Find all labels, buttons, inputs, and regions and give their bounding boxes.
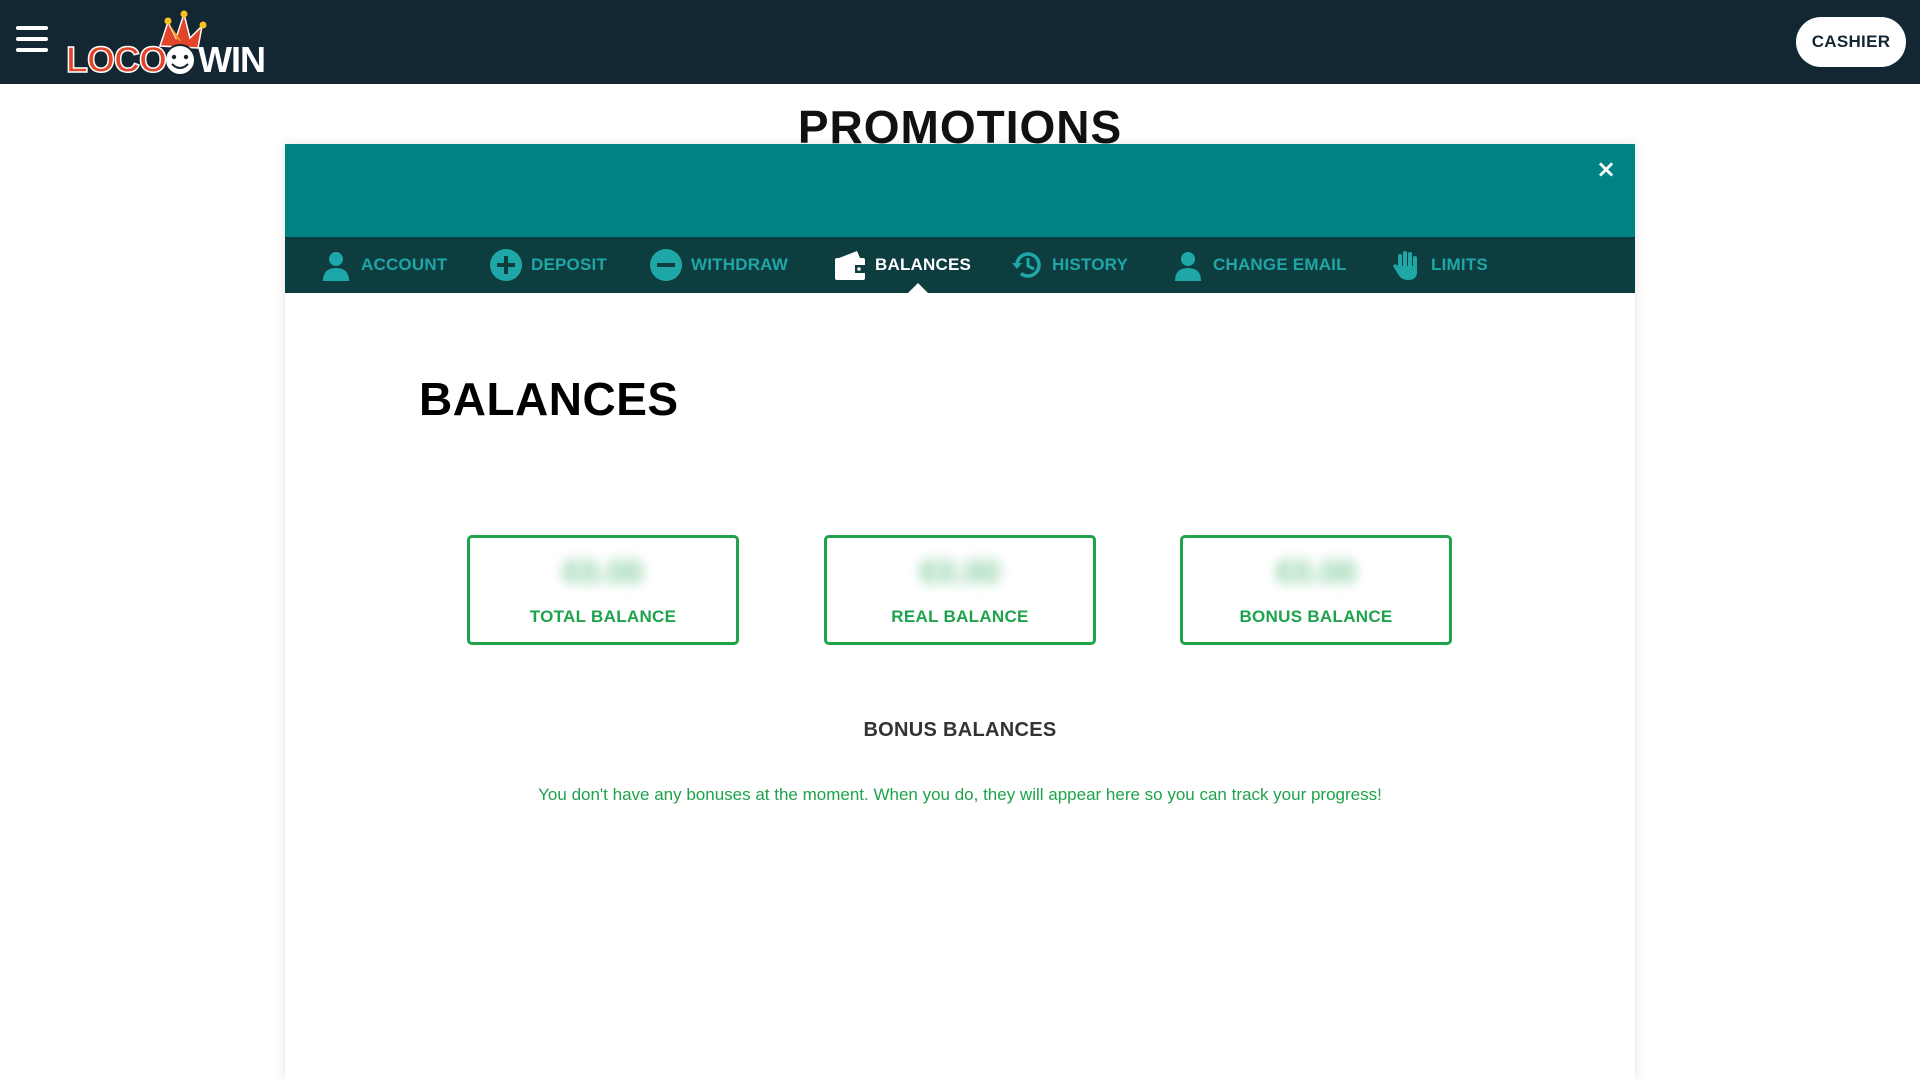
real-balance-card: €0.00 REAL BALANCE	[824, 535, 1096, 645]
bonus-balances-heading: BONUS BALANCES	[863, 719, 1057, 741]
history-icon	[1010, 248, 1044, 282]
balances-heading: BALANCES	[419, 373, 679, 425]
tab-history[interactable]: HISTORY	[1010, 237, 1128, 293]
logo-graphic: LOCO WIN	[65, 10, 266, 81]
logo-text-right: WIN	[198, 39, 265, 80]
bonus-empty-message: You don't have any bonuses at the moment…	[538, 785, 1382, 804]
minus-circle-icon	[649, 248, 683, 282]
tab-account[interactable]: ACCOUNT	[319, 237, 447, 293]
account-modal: × ACCOUNT DEPOSIT WITHDRAW BALANCES HIST…	[285, 144, 1635, 1080]
close-icon[interactable]: ×	[1593, 156, 1619, 182]
hamburger-menu-icon[interactable]	[16, 26, 48, 56]
tab-label: HISTORY	[1052, 255, 1129, 274]
real-balance-amount: €0.00	[919, 554, 1001, 590]
tab-label: ACCOUNT	[361, 255, 448, 274]
tab-limits[interactable]: LIMITS	[1389, 237, 1488, 293]
cashier-button[interactable]: CASHIER	[1796, 17, 1906, 67]
tab-change-email[interactable]: CHANGE EMAIL	[1171, 237, 1347, 293]
logo-text-left: LOCO	[66, 39, 166, 80]
bonus-balance-label: BONUS BALANCE	[1239, 607, 1393, 626]
modal-tab-bar: ACCOUNT DEPOSIT WITHDRAW BALANCES HISTOR…	[285, 237, 1635, 293]
user-icon	[1171, 248, 1205, 282]
page-title: PROMOTIONS	[797, 101, 1123, 150]
bonus-balance-card: €0.00 BONUS BALANCE	[1180, 535, 1452, 645]
tab-balances[interactable]: BALANCES	[833, 237, 971, 293]
total-balance-card: €0.00 TOTAL BALANCE	[467, 535, 739, 645]
wallet-icon	[833, 248, 867, 282]
bonus-balance-amount: €0.00	[1275, 554, 1357, 590]
real-balance-label: REAL BALANCE	[891, 607, 1029, 626]
tab-label: BALANCES	[875, 255, 972, 274]
total-balance-label: TOTAL BALANCE	[529, 607, 677, 626]
plus-circle-icon	[489, 248, 523, 282]
user-icon	[319, 248, 353, 282]
total-balance-amount: €0.00	[562, 554, 644, 590]
tab-withdraw[interactable]: WITHDRAW	[649, 237, 788, 293]
modal-header: ×	[285, 144, 1635, 237]
tab-label: WITHDRAW	[691, 255, 788, 274]
site-logo[interactable]: LOCO WIN	[64, 8, 284, 82]
hand-icon	[1389, 248, 1423, 282]
tab-label: CHANGE EMAIL	[1213, 255, 1347, 274]
top-bar: LOCO WIN CASHIER	[0, 0, 1920, 84]
tab-deposit[interactable]: DEPOSIT	[489, 237, 607, 293]
active-tab-indicator	[908, 283, 928, 293]
tab-label: DEPOSIT	[531, 255, 608, 274]
tab-label: LIMITS	[1431, 255, 1488, 274]
